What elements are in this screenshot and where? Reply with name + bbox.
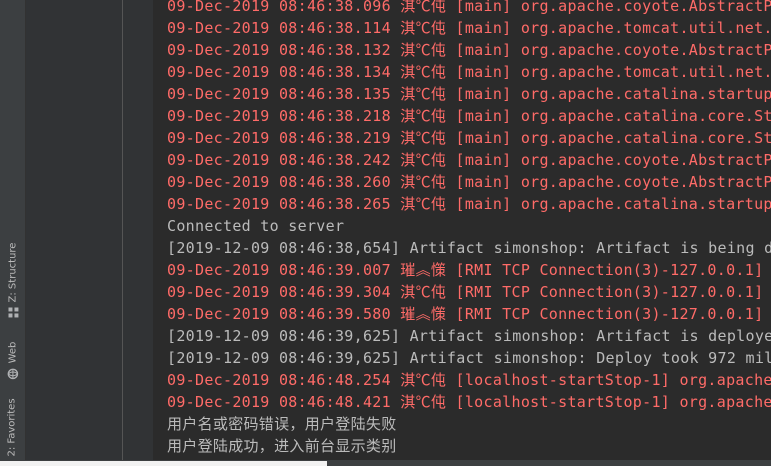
web-tab-label: Web	[7, 341, 18, 363]
scrollbar-thumb[interactable]	[0, 461, 327, 466]
left-tool-window-strip: Z: Structure Web 2: Favorites	[0, 0, 26, 466]
console-line: 09-Dec-2019 08:46:48.421 淇℃伅 [localhost-…	[167, 393, 771, 411]
console-line: 09-Dec-2019 08:46:38.096 淇℃伅 [main] org.…	[167, 0, 771, 15]
web-tool-tab[interactable]: Web	[0, 335, 25, 385]
structure-tool-tab[interactable]: Z: Structure	[0, 235, 25, 325]
console-line: [2019-12-09 08:46:39,625] Artifact simon…	[167, 327, 771, 345]
console-line: 09-Dec-2019 08:46:39.007 璀︽憡 [RMI TCP Co…	[167, 261, 764, 279]
console-line: 09-Dec-2019 08:46:38.114 淇℃伅 [main] org.…	[167, 19, 771, 37]
console-gutter	[123, 0, 153, 460]
console-line: 09-Dec-2019 08:46:38.132 淇℃伅 [main] org.…	[167, 41, 771, 59]
console-log-lines: 09-Dec-2019 08:46:38.096 淇℃伅 [main] org.…	[167, 0, 771, 457]
web-globe-icon	[7, 368, 18, 379]
favorites-tab-label: 2: Favorites	[7, 397, 18, 457]
console-line: 09-Dec-2019 08:46:38.218 淇℃伅 [main] org.…	[167, 107, 771, 125]
structure-icon	[7, 307, 18, 318]
console-line: [2019-12-09 08:46:39,625] Artifact simon…	[167, 349, 771, 367]
favorites-tool-tab[interactable]: 2: Favorites	[0, 395, 25, 466]
console-line: 09-Dec-2019 08:46:38.219 淇℃伅 [main] org.…	[167, 129, 771, 147]
console-line: [2019-12-09 08:46:38,654] Artifact simon…	[167, 239, 771, 257]
console-line: 用户登陆成功，进入前台显示类别	[167, 437, 397, 455]
ide-run-console-window: Z: Structure Web 2: Favorites 09-Dec-201…	[0, 0, 771, 466]
run-toolbar-column	[26, 0, 122, 460]
console-line: 09-Dec-2019 08:46:48.254 淇℃伅 [localhost-…	[167, 371, 771, 389]
console-line: 09-Dec-2019 08:46:38.135 淇℃伅 [main] org.…	[167, 85, 771, 103]
horizontal-scrollbar[interactable]	[0, 460, 771, 466]
console-line: Connected to server	[167, 217, 345, 235]
console-line: 用户名或密码错误，用户登陆失败	[167, 415, 397, 433]
console-output[interactable]: 09-Dec-2019 08:46:38.096 淇℃伅 [main] org.…	[153, 0, 771, 460]
console-line: 09-Dec-2019 08:46:38.260 淇℃伅 [main] org.…	[167, 173, 771, 191]
console-line: 09-Dec-2019 08:46:39.304 淇℃伅 [RMI TCP Co…	[167, 283, 764, 301]
structure-tab-label: Z: Structure	[7, 242, 19, 302]
console-line: 09-Dec-2019 08:46:38.242 淇℃伅 [main] org.…	[167, 151, 771, 169]
console-line: 09-Dec-2019 08:46:38.265 淇℃伅 [main] org.…	[167, 195, 771, 213]
console-line: 09-Dec-2019 08:46:39.580 璀︽憡 [RMI TCP Co…	[167, 305, 764, 323]
console-line: 09-Dec-2019 08:46:38.134 淇℃伅 [main] org.…	[167, 63, 771, 81]
